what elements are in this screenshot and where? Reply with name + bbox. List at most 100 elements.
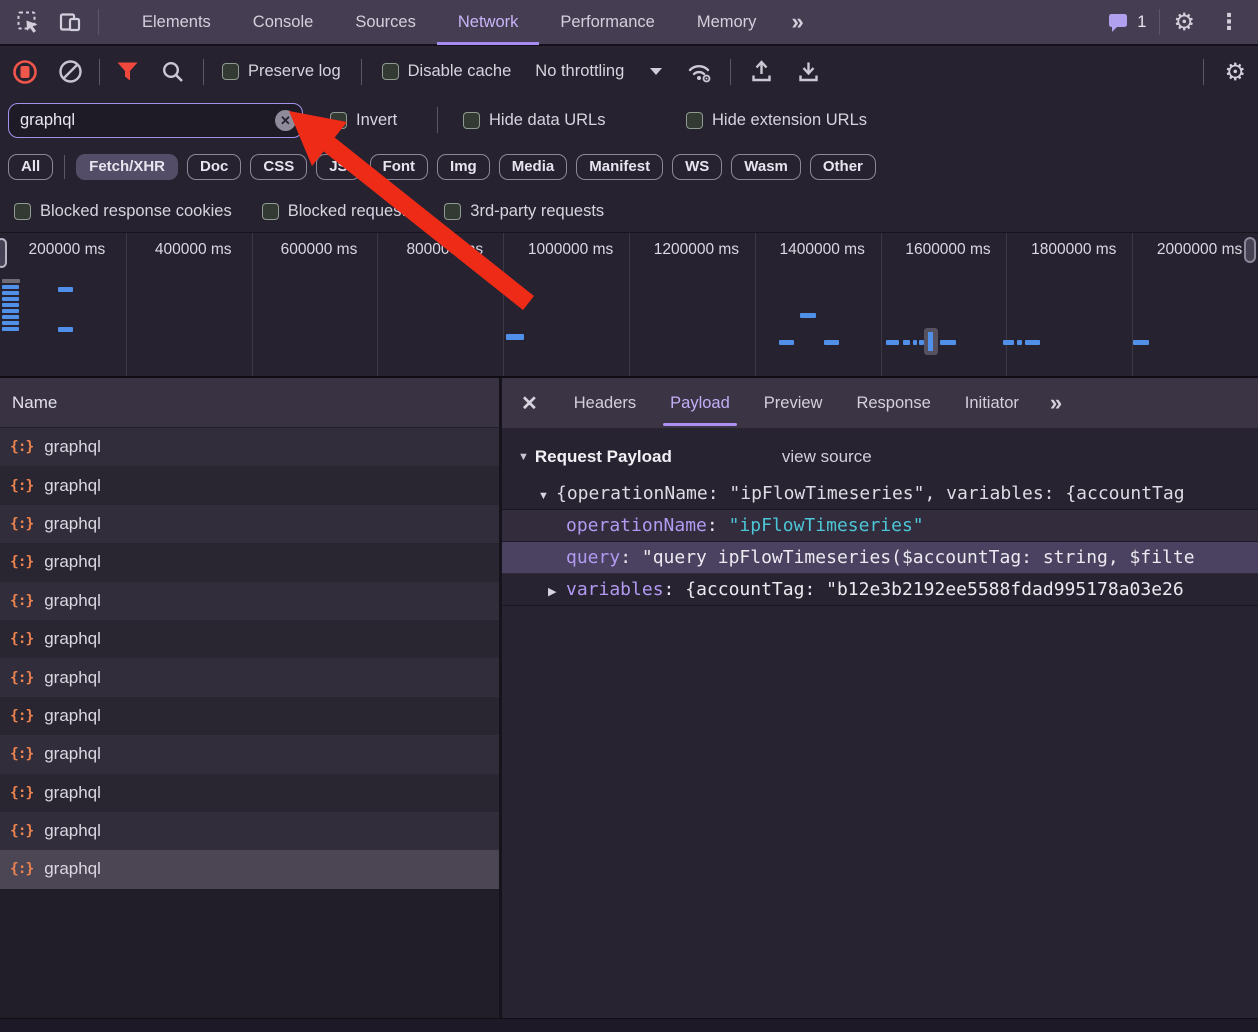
record-network-log-icon[interactable] — [12, 59, 38, 85]
request-timing-bar — [903, 340, 910, 345]
tab-network[interactable]: Network — [437, 0, 540, 45]
request-row[interactable]: {:}graphql — [0, 735, 499, 773]
request-timing-bar — [58, 327, 73, 332]
fetch-xhr-icon: {:} — [10, 708, 33, 724]
timeline-tick-label: 1200000 ms — [630, 241, 755, 259]
request-payload-section: ▼ Request Payload view source — [518, 442, 1258, 472]
tab-console[interactable]: Console — [232, 0, 335, 45]
request-row[interactable]: {:}graphql — [0, 543, 499, 581]
network-settings-gear-icon[interactable]: ⚙ — [1224, 60, 1246, 84]
detail-tab-initiator[interactable]: Initiator — [948, 378, 1036, 428]
request-row[interactable]: {:}graphql — [0, 774, 499, 812]
payload-entry-query[interactable]: query: "query ipFlowTimeseries($accountT… — [502, 542, 1258, 574]
view-source-link[interactable]: view source — [782, 447, 872, 467]
timeline-tick-label: 1600000 ms — [882, 241, 1007, 259]
request-row[interactable]: {:}graphql — [0, 697, 499, 735]
divider — [361, 59, 362, 85]
expand-triangle-icon[interactable]: ▼ — [538, 480, 556, 510]
detail-tab-payload[interactable]: Payload — [653, 378, 747, 428]
tab-performance[interactable]: Performance — [539, 0, 675, 45]
more-options-icon[interactable]: ⋮ — [1208, 10, 1250, 35]
payload-entry-variables[interactable]: ▶variables: {accountTag: "b12e3b2192ee55… — [502, 574, 1258, 606]
hide-extension-urls-checkbox[interactable] — [686, 112, 703, 129]
detail-tab-headers[interactable]: Headers — [557, 378, 653, 428]
clear-network-log-icon[interactable] — [58, 59, 83, 84]
blocked-response-cookies-checkbox[interactable] — [14, 203, 31, 220]
payload-entry-operationname[interactable]: operationName: "ipFlowTimeseries" — [502, 510, 1258, 542]
type-filter-ws[interactable]: WS — [672, 154, 722, 180]
request-type-filters: All Fetch/XHR Doc CSS JS Font Img Media Manifest… — [0, 144, 1258, 190]
expand-triangle-icon[interactable]: ▶ — [548, 576, 566, 606]
tab-memory[interactable]: Memory — [676, 0, 778, 45]
payload-value: {accountTag: "b12e3b2192ee5588fdad995178… — [685, 579, 1184, 600]
type-filter-manifest[interactable]: Manifest — [576, 154, 663, 180]
request-timing-bar — [1025, 340, 1040, 345]
blocked-response-cookies-control: Blocked response cookies — [14, 202, 232, 221]
overview-left-handle[interactable] — [0, 238, 7, 268]
type-filter-all[interactable]: All — [8, 154, 53, 180]
overview-right-handle[interactable] — [1244, 237, 1256, 263]
request-row[interactable]: {:}graphql — [0, 505, 499, 543]
3rd-party-requests-checkbox[interactable] — [444, 203, 461, 220]
request-row[interactable]: {:}graphql — [0, 466, 499, 504]
tab-sources[interactable]: Sources — [334, 0, 437, 45]
fetch-xhr-icon: {:} — [10, 478, 33, 494]
export-har-icon[interactable] — [796, 59, 821, 84]
inspect-element-icon[interactable] — [14, 9, 42, 35]
hide-data-urls-checkbox[interactable] — [463, 112, 480, 129]
type-filter-img[interactable]: Img — [437, 154, 490, 180]
disable-cache-label: Disable cache — [408, 62, 512, 81]
network-conditions-icon[interactable] — [686, 60, 714, 84]
filter-input[interactable] — [9, 111, 275, 130]
name-column-header[interactable]: Name — [0, 378, 499, 428]
hide-data-urls-control: Hide data URLs — [463, 96, 605, 144]
issues-counter[interactable]: 1 — [1107, 11, 1146, 33]
throttling-dropdown[interactable]: No throttling — [535, 62, 662, 81]
type-filter-css[interactable]: CSS — [250, 154, 307, 180]
detail-tab-preview[interactable]: Preview — [747, 378, 840, 428]
settings-gear-icon[interactable]: ⚙ — [1173, 10, 1195, 34]
fetch-xhr-icon: {:} — [10, 670, 33, 686]
timeline-column: 1200000 ms — [629, 233, 755, 376]
search-icon[interactable] — [161, 60, 185, 84]
collapse-triangle-icon[interactable]: ▼ — [518, 451, 529, 463]
network-overview-timeline[interactable]: 200000 ms400000 ms600000 ms800000 ms1000… — [0, 232, 1258, 378]
tab-elements[interactable]: Elements — [121, 0, 232, 45]
type-filter-wasm[interactable]: Wasm — [731, 154, 801, 180]
timeline-tick-label: 400000 ms — [127, 241, 252, 259]
disable-cache-checkbox[interactable] — [382, 63, 399, 80]
type-filter-fetch-xhr[interactable]: Fetch/XHR — [76, 154, 178, 180]
timeline-tick-label: 600000 ms — [253, 241, 378, 259]
preserve-log-label: Preserve log — [248, 62, 341, 81]
type-filter-other[interactable]: Other — [810, 154, 876, 180]
type-filter-doc[interactable]: Doc — [187, 154, 241, 180]
request-timing-bar — [2, 297, 19, 301]
invert-checkbox[interactable] — [330, 112, 347, 129]
request-row[interactable]: {:}graphql — [0, 620, 499, 658]
clear-filter-icon[interactable]: ✕ — [275, 110, 296, 131]
device-toolbar-icon[interactable] — [56, 9, 84, 35]
payload-preview-line[interactable]: ▼{operationName: "ipFlowTimeseries", var… — [502, 478, 1258, 510]
type-filter-media[interactable]: Media — [499, 154, 568, 180]
requests-list: {:}graphql{:}graphql{:}graphql{:}graphql… — [0, 428, 499, 1018]
blocked-requests-checkbox[interactable] — [262, 203, 279, 220]
close-detail-icon[interactable]: ✕ — [502, 391, 557, 416]
request-row[interactable]: {:}graphql — [0, 812, 499, 850]
request-row[interactable]: {:}graphql — [0, 582, 499, 620]
window-bottom-edge — [0, 1018, 1258, 1032]
detail-tab-response[interactable]: Response — [839, 378, 947, 428]
request-row[interactable]: {:}graphql — [0, 658, 499, 696]
more-panels-icon[interactable]: » — [777, 9, 814, 35]
request-row[interactable]: {:}graphql — [0, 850, 499, 888]
request-row[interactable]: {:}graphql — [0, 428, 499, 466]
preserve-log-checkbox[interactable] — [222, 63, 239, 80]
more-detail-tabs-icon[interactable]: » — [1036, 390, 1073, 416]
3rd-party-requests-label: 3rd-party requests — [470, 202, 604, 221]
request-timing-bar — [506, 334, 524, 340]
panel-tabs: ElementsConsoleSourcesNetworkPerformance… — [121, 0, 777, 45]
import-har-icon[interactable] — [749, 59, 774, 84]
type-filter-font[interactable]: Font — [370, 154, 428, 180]
detail-tab-bar: ✕ HeadersPayloadPreviewResponseInitiator… — [502, 378, 1258, 428]
type-filter-js[interactable]: JS — [316, 154, 360, 180]
filter-icon[interactable] — [116, 61, 139, 82]
